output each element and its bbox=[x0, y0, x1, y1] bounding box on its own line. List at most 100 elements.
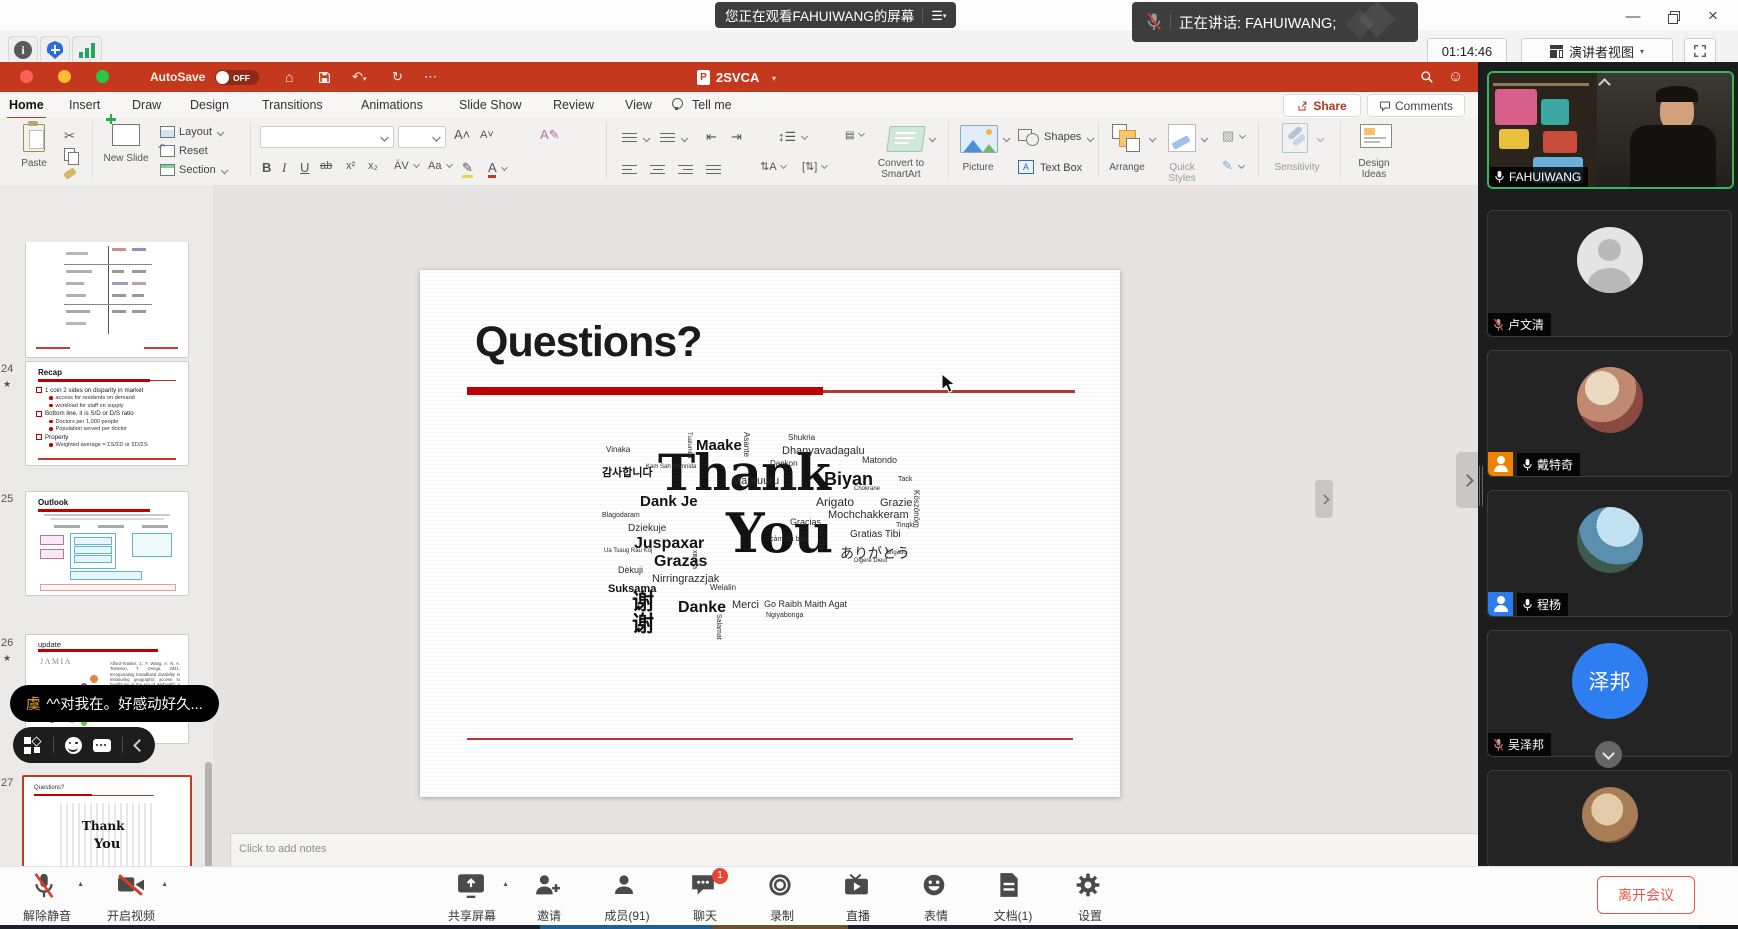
share-button[interactable]: Share bbox=[1283, 94, 1361, 117]
numbering-button[interactable] bbox=[660, 130, 675, 145]
toolbar-live-button[interactable]: 直播 bbox=[819, 871, 897, 923]
layout-button[interactable]: Layout bbox=[160, 126, 225, 138]
increase-indent-icon[interactable]: ⇥ bbox=[731, 129, 742, 145]
tab-transitions[interactable]: Transitions bbox=[260, 92, 325, 117]
align-left-button[interactable] bbox=[622, 162, 637, 177]
redo-icon[interactable]: ↻ bbox=[392, 69, 403, 85]
toolbar-doc-button[interactable]: 文档(1) bbox=[974, 871, 1052, 923]
view-mode-selector[interactable]: 演讲者视图 ▾ bbox=[1521, 38, 1673, 64]
mac-zoom-button[interactable] bbox=[96, 70, 109, 83]
quick-styles-chevron[interactable] bbox=[1201, 135, 1209, 143]
slide-thumbnail-24[interactable]: Recap 1 coin 2 sides on disparity in mar… bbox=[25, 361, 189, 466]
clear-format-icon[interactable]: A✎ bbox=[540, 127, 560, 143]
section-button[interactable]: Section bbox=[160, 164, 229, 176]
arrange-label[interactable]: Arrange bbox=[1098, 162, 1156, 173]
text-direction-button[interactable]: ⇅A bbox=[760, 160, 788, 173]
minimize-button[interactable]: — bbox=[1618, 4, 1648, 28]
text-box-icon[interactable]: A bbox=[1018, 160, 1034, 174]
toolbar-emoji-button[interactable]: 表情 bbox=[897, 871, 975, 923]
toolbar-members-button[interactable]: 成员(91) bbox=[588, 871, 666, 923]
banner-menu-icon[interactable]: ☰▾ bbox=[931, 9, 946, 22]
title-chevron-icon[interactable]: ▾ bbox=[772, 74, 776, 83]
arrange-icon[interactable] bbox=[1112, 124, 1142, 152]
picture-chevron[interactable] bbox=[1003, 135, 1011, 143]
picture-label[interactable]: Picture bbox=[952, 162, 1004, 173]
shape-outline-icon[interactable]: ✎ bbox=[1222, 158, 1246, 174]
reset-button[interactable]: ↶ Reset bbox=[160, 145, 208, 157]
cut-icon[interactable]: ✂ bbox=[64, 128, 75, 144]
subscript-button[interactable]: x₂ bbox=[368, 160, 378, 172]
tab-insert[interactable]: Insert bbox=[67, 92, 102, 117]
tab-home[interactable]: Home bbox=[7, 92, 46, 120]
slide-thumbnail-25[interactable]: Outlook bbox=[25, 491, 189, 596]
decrease-font-icon[interactable]: A˅ bbox=[480, 129, 494, 141]
picture-icon[interactable] bbox=[960, 125, 998, 153]
bullets-button[interactable] bbox=[622, 130, 637, 145]
mac-close-button[interactable] bbox=[20, 70, 33, 83]
tab-review[interactable]: Review bbox=[551, 92, 596, 117]
columns-button[interactable]: ▤ bbox=[845, 129, 866, 141]
scroll-down-button[interactable] bbox=[1595, 741, 1622, 768]
increase-font-icon[interactable]: A˄ bbox=[454, 127, 470, 142]
tab-draw[interactable]: Draw bbox=[130, 92, 163, 117]
toolbar-chat-button[interactable]: 1聊天 bbox=[666, 871, 744, 923]
superscript-button[interactable]: x² bbox=[346, 160, 355, 172]
font-name-select[interactable] bbox=[260, 126, 394, 148]
underline-button[interactable]: U bbox=[300, 160, 309, 175]
align-center-button[interactable] bbox=[650, 162, 665, 177]
comments-button[interactable]: Comments bbox=[1367, 94, 1465, 117]
meeting-info-button[interactable]: i bbox=[8, 36, 38, 64]
align-text-button[interactable]: [⇅] bbox=[802, 160, 829, 173]
shapes-chevron[interactable] bbox=[1087, 135, 1095, 143]
convert-smartart-label[interactable]: Convert to SmartArt bbox=[862, 158, 940, 180]
toolbar-mic-muted-button[interactable]: ▲解除静音 bbox=[8, 871, 86, 923]
arrange-chevron[interactable] bbox=[1149, 135, 1157, 143]
video-tile-speaker[interactable]: FAHUIWANG bbox=[1487, 71, 1734, 189]
emoji-reaction-icon[interactable] bbox=[65, 737, 82, 754]
chat-message-popup[interactable]: 虞 ^^对我在。好感动好久... bbox=[10, 685, 219, 722]
highlight-button[interactable]: ✎ bbox=[462, 160, 473, 176]
tab-tell-me[interactable]: Tell me bbox=[690, 92, 734, 117]
collapse-bar-icon[interactable] bbox=[133, 739, 146, 752]
apps-icon[interactable] bbox=[24, 737, 41, 754]
restore-button[interactable] bbox=[1658, 4, 1688, 28]
video-tile-卢文清[interactable]: 卢文清 bbox=[1487, 210, 1732, 337]
more-icon[interactable]: ⋯ bbox=[424, 69, 438, 85]
text-box-label[interactable]: Text Box bbox=[1040, 162, 1082, 174]
shapes-label[interactable]: Shapes bbox=[1044, 131, 1081, 143]
smartart-icon[interactable] bbox=[886, 126, 926, 152]
tab-slide-show[interactable]: Slide Show bbox=[457, 92, 524, 117]
slide-canvas[interactable]: Questions? ThankYouVinaka감사합니다Kam Sah Ha… bbox=[420, 270, 1120, 797]
justify-button[interactable] bbox=[706, 162, 721, 177]
video-panel-collapse-handle[interactable] bbox=[1456, 452, 1478, 508]
autosave-toggle[interactable]: OFF bbox=[215, 70, 259, 85]
caret-icon[interactable]: ▲ bbox=[161, 881, 168, 888]
new-slide-button[interactable]: New Slide bbox=[102, 124, 150, 164]
save-icon[interactable] bbox=[318, 71, 331, 84]
toolbar-settings-button[interactable]: 设置 bbox=[1051, 871, 1129, 923]
italic-button[interactable]: I bbox=[282, 160, 286, 176]
sensitivity-label[interactable]: Sensitivity bbox=[1266, 162, 1328, 173]
quick-styles-icon[interactable] bbox=[1168, 124, 1196, 152]
slide-thumbnail-23[interactable] bbox=[25, 242, 189, 358]
search-icon[interactable] bbox=[1420, 70, 1434, 84]
side-chevron-tab[interactable] bbox=[1315, 480, 1333, 518]
tab-view[interactable]: View bbox=[623, 92, 654, 117]
toolbar-record-button[interactable]: 录制 bbox=[743, 871, 821, 923]
align-right-button[interactable] bbox=[678, 162, 693, 177]
caret-icon[interactable]: ▲ bbox=[502, 881, 509, 888]
bold-button[interactable]: B bbox=[262, 160, 271, 175]
numbering-chevron[interactable] bbox=[681, 135, 689, 143]
home-icon[interactable]: ⌂ bbox=[285, 69, 293, 85]
design-ideas-icon[interactable] bbox=[1360, 124, 1392, 148]
design-ideas-label[interactable]: Design Ideas bbox=[1348, 158, 1400, 180]
fullscreen-button[interactable] bbox=[1684, 38, 1716, 64]
network-button[interactable] bbox=[72, 36, 102, 64]
toolbar-share-screen-button[interactable]: ▲共享屏幕 bbox=[433, 871, 511, 923]
notes-pane[interactable]: Click to add notes bbox=[230, 833, 1479, 867]
format-painter-icon[interactable] bbox=[63, 167, 77, 180]
chat-quick-icon[interactable] bbox=[93, 739, 111, 752]
video-tile-戴特奇[interactable]: 戴特奇 bbox=[1487, 350, 1732, 477]
toolbar-invite-button[interactable]: 邀请 bbox=[510, 871, 588, 923]
decrease-indent-icon[interactable]: ⇤ bbox=[706, 129, 717, 145]
